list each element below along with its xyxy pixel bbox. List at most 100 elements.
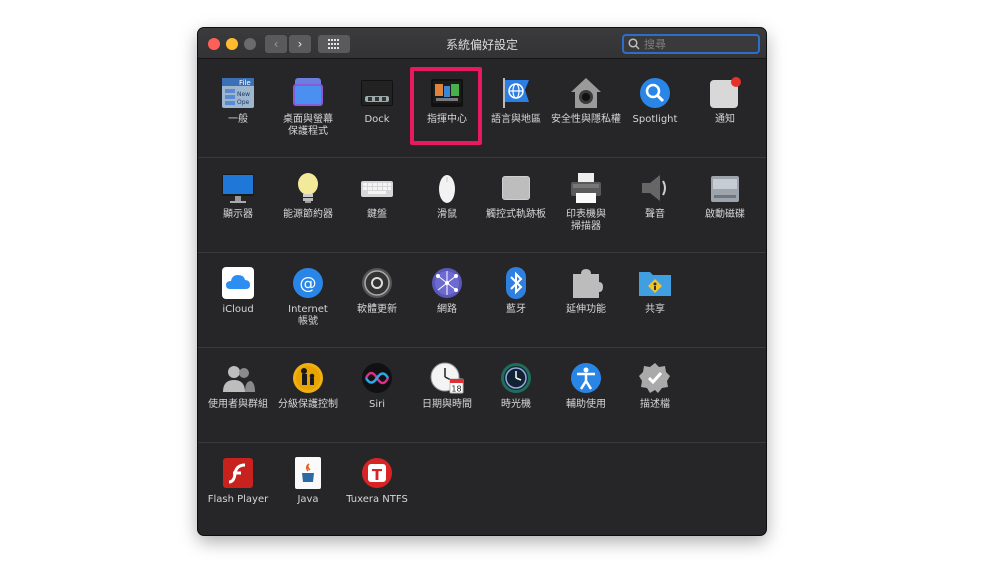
svg-text:T: T — [372, 466, 383, 484]
search-input[interactable] — [644, 36, 754, 52]
pane-label: Dock — [364, 114, 390, 125]
pane-network[interactable]: 網路 — [407, 266, 487, 346]
pane-mouse[interactable]: 滑鼠 — [407, 171, 487, 251]
pane-label: 啟動磁碟 — [705, 209, 745, 220]
pane-software-update[interactable]: 軟體更新 — [337, 266, 417, 346]
pane-users-groups[interactable]: 使用者與群組 — [198, 361, 278, 441]
zoom-button[interactable] — [244, 38, 256, 50]
pane-label: Tuxera NTFS — [346, 494, 408, 505]
spotlight-icon — [640, 78, 670, 108]
pane-row: Flash Player Java T Tuxera NTFS — [198, 442, 766, 535]
pane-extensions[interactable]: 延伸功能 — [546, 266, 626, 346]
desktop-screensaver-icon — [293, 78, 323, 106]
pane-trackpad[interactable]: 觸控式軌跡板 — [476, 171, 556, 251]
pane-row: 顯示器 能源節約器 鍵盤 滑鼠 觸控式軌跡板 印表機與 掃描器 聲音 啟動磁碟 — [198, 157, 766, 252]
pane-label: 印表機與 掃描器 — [566, 209, 606, 232]
pane-label: 日期與時間 — [422, 399, 472, 410]
pane-general[interactable]: File New Ope 一般 — [198, 76, 278, 156]
energy-saver-icon — [298, 173, 318, 203]
extensions-icon — [573, 269, 603, 298]
pane-tuxera-ntfs[interactable]: T Tuxera NTFS — [337, 456, 417, 535]
pane-internet-accounts[interactable]: @ Internet 帳號 — [268, 266, 348, 346]
pane-desktop-screensaver[interactable]: 桌面與螢幕 保護程式 — [268, 76, 348, 156]
show-all-button[interactable] — [318, 35, 350, 53]
close-button[interactable] — [208, 38, 220, 50]
pane-label: Flash Player — [207, 494, 269, 505]
pane-label: 時光機 — [501, 399, 531, 410]
keyboard-icon — [361, 181, 393, 197]
pane-startup-disk[interactable]: 啟動磁碟 — [685, 171, 765, 251]
mouse-icon — [439, 175, 455, 203]
pane-label: 藍牙 — [506, 304, 526, 315]
title-bar: ‹ › 系統偏好設定 — [198, 28, 766, 59]
trackpad-icon — [502, 176, 530, 200]
dock-icon — [361, 80, 393, 106]
pane-label: 網路 — [437, 304, 457, 315]
accessibility-icon — [571, 363, 601, 393]
pane-time-machine[interactable]: 時光機 — [476, 361, 556, 441]
pane-label: Spotlight — [632, 114, 678, 125]
pane-label: Java — [297, 494, 319, 505]
users-groups-icon — [223, 366, 255, 392]
highlight-box — [410, 67, 482, 145]
software-update-icon — [362, 268, 392, 298]
pane-label: 使用者與群組 — [208, 399, 268, 410]
svg-text:New: New — [237, 91, 250, 98]
siri-icon — [362, 363, 392, 393]
displays-icon — [222, 174, 254, 203]
pane-spotlight[interactable]: Spotlight — [615, 76, 695, 156]
pane-security-privacy[interactable]: 安全性與隱私權 — [546, 76, 626, 156]
search-field[interactable] — [622, 34, 760, 54]
parental-controls-icon — [293, 363, 323, 393]
startup-disk-icon — [711, 176, 739, 202]
grid-icon — [328, 39, 339, 49]
sound-icon — [642, 175, 666, 201]
pane-energy-saver[interactable]: 能源節約器 — [268, 171, 348, 251]
pane-label: 觸控式軌跡板 — [486, 209, 546, 220]
internet-accounts-icon: @ — [293, 268, 323, 298]
security-privacy-icon — [571, 78, 601, 108]
pane-dock[interactable]: Dock — [337, 76, 417, 156]
pane-label: Internet 帳號 — [288, 304, 328, 327]
forward-button[interactable]: › — [289, 35, 311, 53]
tuxera-ntfs-icon: T — [362, 458, 392, 488]
pane-profiles[interactable]: 描述檔 — [615, 361, 695, 441]
date-time-icon: 18 — [430, 362, 464, 394]
pane-keyboard[interactable]: 鍵盤 — [337, 171, 417, 251]
pane-displays[interactable]: 顯示器 — [198, 171, 278, 251]
pane-language-region[interactable]: 語言與地區 — [476, 76, 556, 156]
flash-player-icon — [223, 458, 253, 488]
printers-scanners-icon — [571, 173, 601, 203]
pane-label: 分級保護控制 — [278, 399, 338, 410]
pane-sharing[interactable]: 共享 — [615, 266, 695, 346]
language-region-icon — [503, 78, 529, 108]
pane-label: iCloud — [222, 304, 254, 315]
svg-text:File: File — [239, 79, 251, 87]
sharing-icon — [639, 272, 671, 296]
back-button[interactable]: ‹ — [265, 35, 287, 53]
pane-label: 顯示器 — [223, 209, 253, 220]
pane-label: 桌面與螢幕 保護程式 — [283, 114, 333, 137]
pane-accessibility[interactable]: 輔助使用 — [546, 361, 626, 441]
pane-notifications[interactable]: 通知 — [685, 76, 765, 156]
general-icon: File NewOpe — [222, 78, 254, 108]
pane-label: 聲音 — [645, 209, 665, 220]
pane-icloud[interactable]: iCloud — [198, 266, 278, 346]
time-machine-icon — [501, 363, 531, 393]
pane-java[interactable]: Java — [268, 456, 348, 535]
svg-text:Ope: Ope — [237, 99, 250, 106]
pane-label: 輔助使用 — [566, 399, 606, 410]
pane-siri[interactable]: Siri — [337, 361, 417, 441]
window-title: 系統偏好設定 — [445, 38, 518, 52]
notifications-icon — [710, 77, 741, 108]
profiles-icon — [639, 363, 670, 393]
svg-text:@: @ — [300, 274, 317, 294]
pane-printers-scanners[interactable]: 印表機與 掃描器 — [546, 171, 626, 251]
pane-sound[interactable]: 聲音 — [615, 171, 695, 251]
pane-bluetooth[interactable]: 藍牙 — [476, 266, 556, 346]
pane-label: 通知 — [715, 114, 735, 125]
minimize-button[interactable] — [226, 38, 238, 50]
pane-flash-player[interactable]: Flash Player — [198, 456, 278, 535]
pane-date-time[interactable]: 18 日期與時間 — [407, 361, 487, 441]
pane-parental-controls[interactable]: 分級保護控制 — [268, 361, 348, 441]
